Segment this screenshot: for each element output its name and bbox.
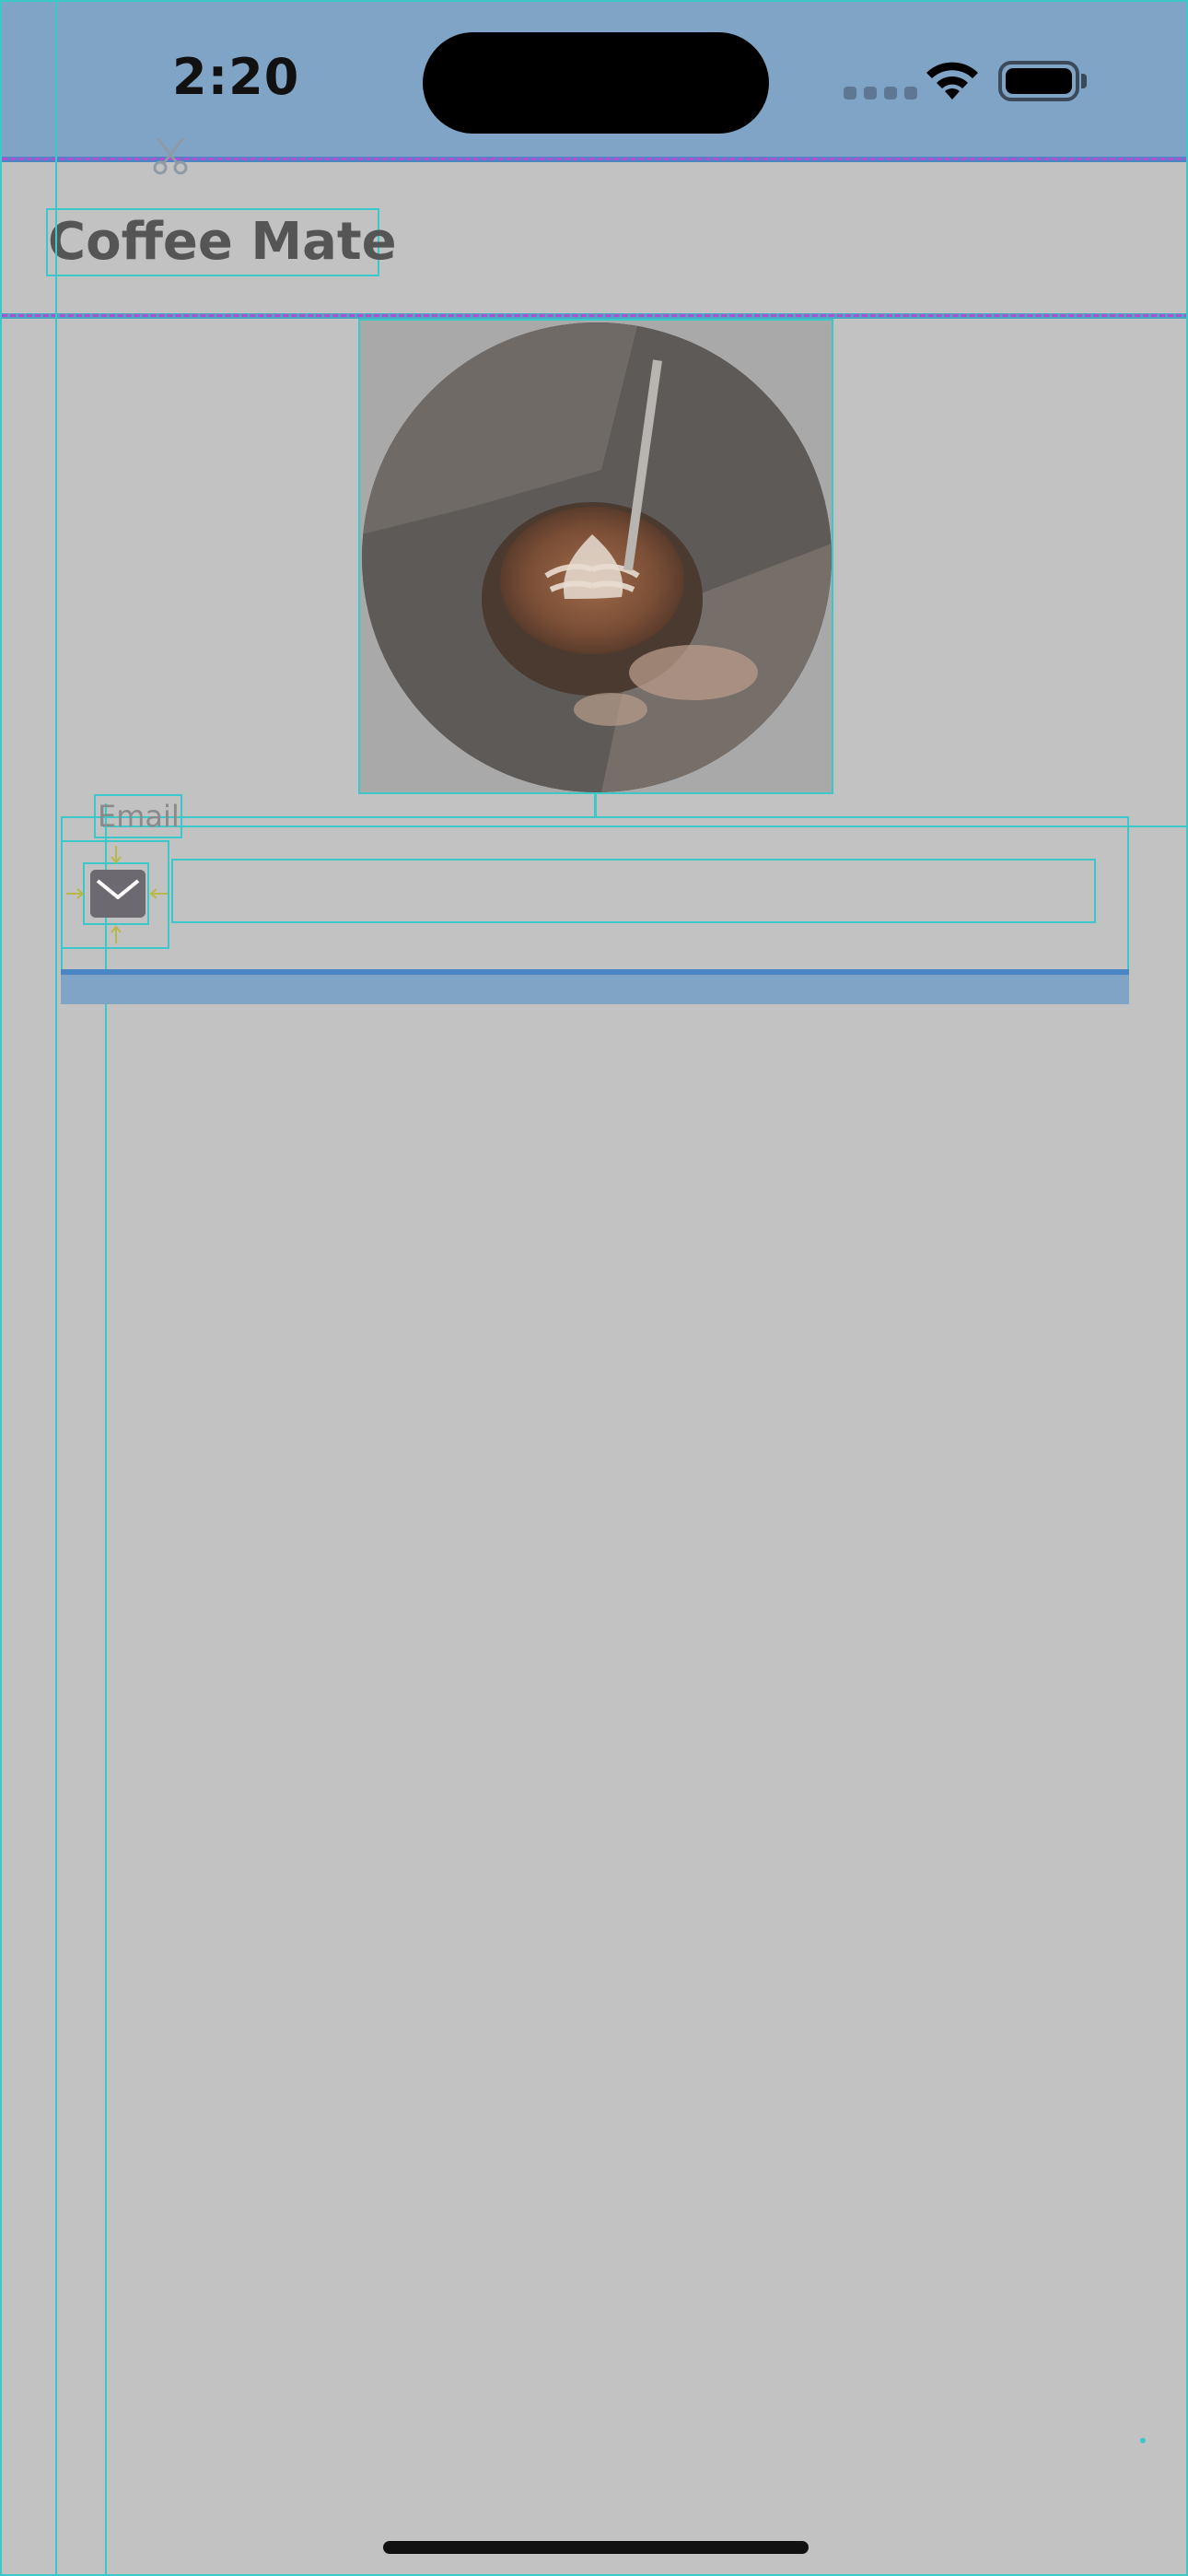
dynamic-island bbox=[423, 32, 769, 134]
hero-image-frame bbox=[358, 319, 833, 794]
status-time: 2:20 bbox=[172, 48, 300, 106]
wifi-icon bbox=[926, 62, 978, 100]
latte-art-image bbox=[362, 322, 832, 792]
constraint-anchor-icon bbox=[111, 925, 122, 943]
layout-connector bbox=[594, 794, 597, 818]
layout-marker-dot bbox=[1140, 2438, 1146, 2443]
constraint-anchor-icon bbox=[111, 846, 122, 864]
app-title: Coffee Mate bbox=[46, 208, 397, 276]
constraint-anchor-icon bbox=[66, 888, 85, 899]
cellular-signal-icon bbox=[844, 87, 917, 100]
scissors-icon[interactable] bbox=[152, 136, 189, 175]
email-input[interactable] bbox=[171, 859, 1096, 923]
home-indicator[interactable] bbox=[383, 2541, 809, 2554]
hero-image bbox=[362, 322, 832, 792]
email-field-underline bbox=[61, 969, 1129, 1004]
mail-icon bbox=[90, 870, 146, 918]
layout-guide-line bbox=[105, 803, 107, 2574]
app-header: Coffee Mate bbox=[2, 162, 1186, 319]
app-screen: 2:20 Coffee Mate Email bbox=[0, 0, 1188, 2576]
email-label: Email bbox=[94, 794, 182, 838]
layout-guide-line bbox=[55, 2, 57, 2574]
battery-cap bbox=[1081, 74, 1087, 88]
constraint-anchor-icon bbox=[149, 888, 168, 899]
battery-icon bbox=[998, 61, 1079, 101]
